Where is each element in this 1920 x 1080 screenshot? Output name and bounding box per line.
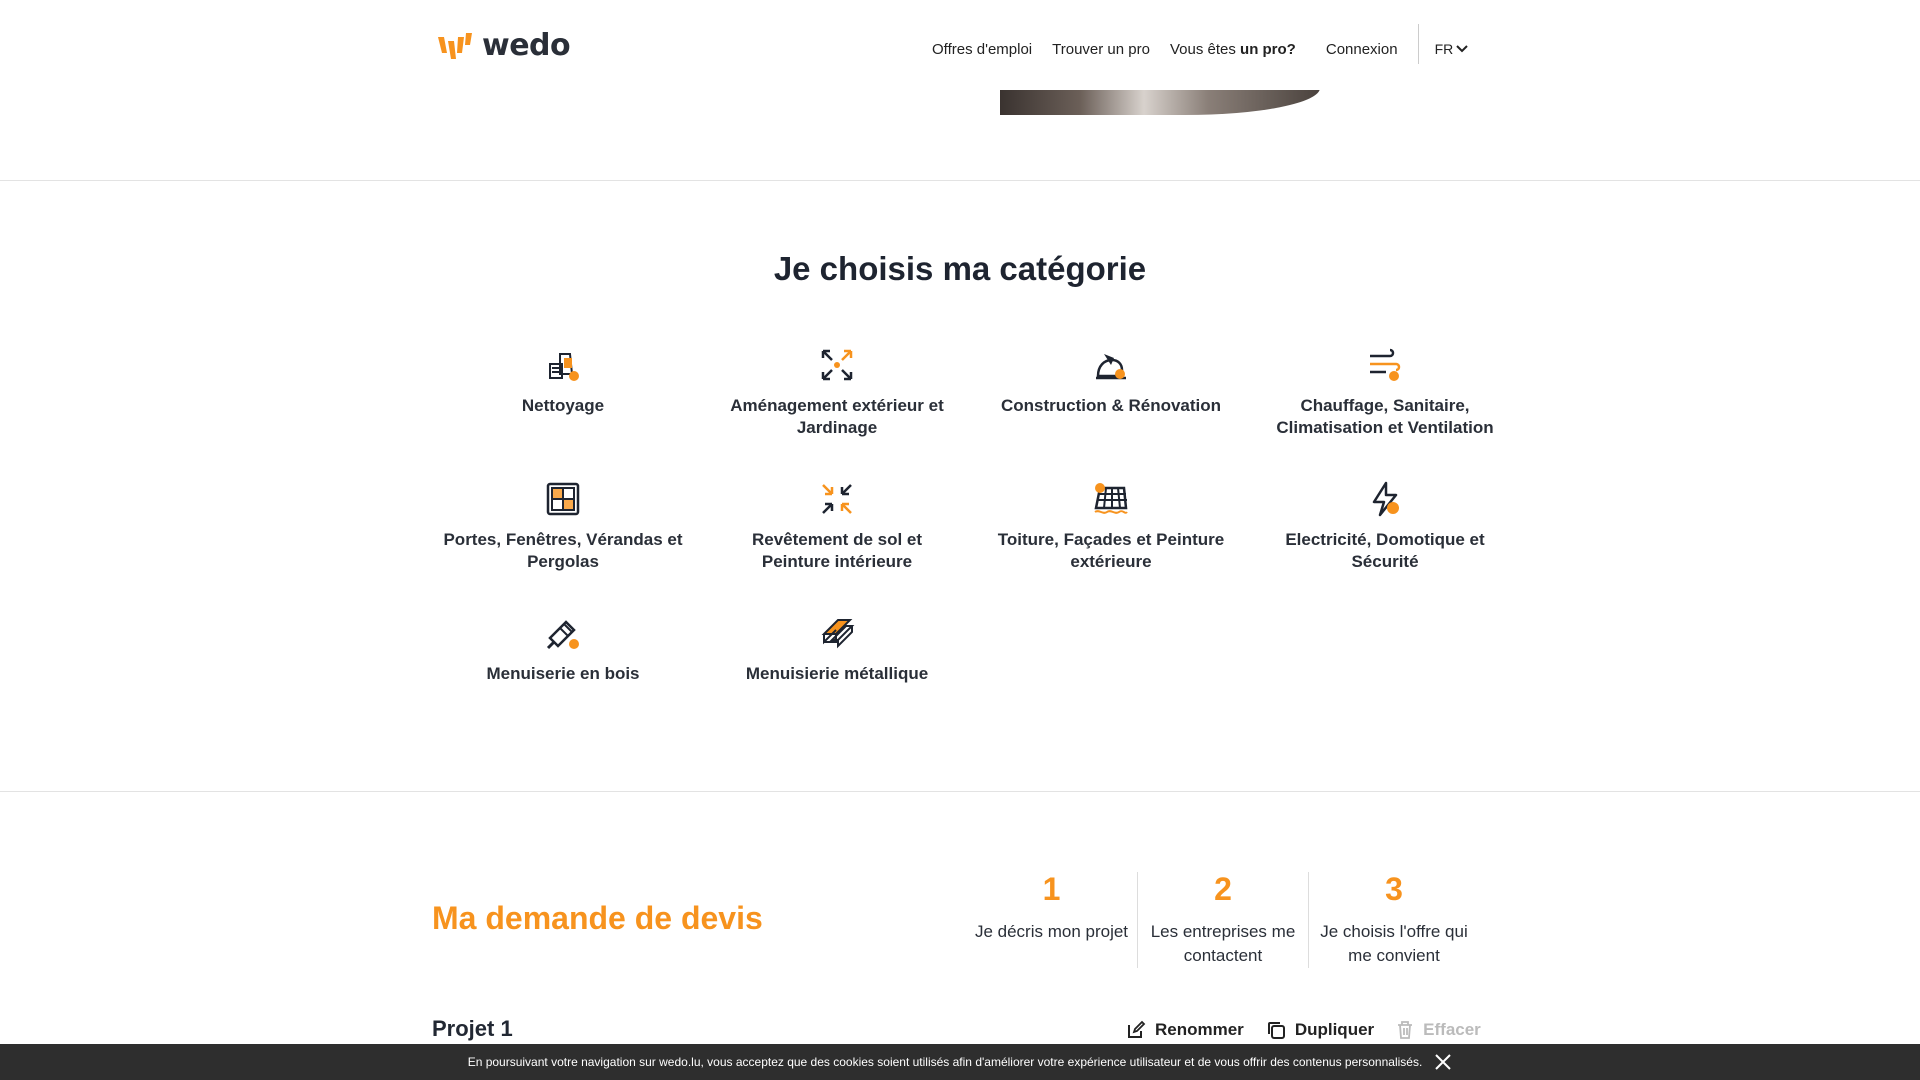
main-nav: Offres d'emploi Trouver un pro Vous êtes…: [932, 24, 1469, 64]
cookie-text: En poursuivant votre navigation sur wedo…: [467, 1055, 1423, 1069]
category-label: Menuisierie métallique: [745, 664, 929, 683]
category-wood-carpentry[interactable]: Menuiserie en bois: [426, 614, 700, 720]
category-electricity[interactable]: Electricité, Domotique et Sécurité: [1248, 480, 1522, 586]
step-number: 1: [1042, 871, 1061, 907]
category-label: Menuiserie en bois: [486, 664, 640, 683]
logo-text: wedo: [482, 28, 571, 63]
nav-jobs-link[interactable]: Offres d'emploi: [932, 41, 1032, 58]
quote-request-title: Ma demande de devis: [432, 900, 763, 936]
copy-icon: [1267, 1022, 1285, 1039]
duplicate-button[interactable]: Dupliquer: [1266, 1020, 1374, 1040]
category-grid: Nettoyage Aménagement extérieur et Jardi…: [426, 346, 1522, 720]
project-name: Projet 1: [432, 1016, 513, 1041]
logo[interactable]: wedo: [436, 28, 571, 63]
edit-icon: [1128, 1020, 1146, 1038]
category-label: Revêtement de sol et Peinture intérieure: [751, 530, 923, 571]
step-text: Les entreprises me contactent: [1150, 922, 1296, 965]
cleaning-icon: [549, 353, 579, 381]
category-label: Electricité, Domotique et Sécurité: [1285, 530, 1485, 571]
nav-find-pro-link[interactable]: Trouver un pro: [1052, 41, 1150, 58]
step-1: 1 Je décris mon projet: [966, 872, 1137, 968]
section-divider: [0, 791, 1920, 792]
metal-carpentry-icon: [821, 619, 855, 649]
step-text: Je décris mon projet: [974, 922, 1129, 941]
rename-button[interactable]: Renommer: [1126, 1020, 1244, 1040]
nav-login-link[interactable]: Connexion: [1326, 41, 1398, 58]
category-roofing[interactable]: Toiture, Façades et Peinture extérieure: [974, 480, 1248, 586]
chevron-down-icon: [1456, 45, 1468, 53]
hero-image: [1000, 88, 1320, 115]
category-cleaning[interactable]: Nettoyage: [426, 346, 700, 452]
roofing-icon: [1094, 483, 1128, 514]
window-icon: [546, 482, 580, 516]
logo-mark-icon: [438, 32, 472, 59]
category-metal-carpentry[interactable]: Menuisierie métallique: [700, 614, 974, 720]
language-label: FR: [1434, 41, 1454, 57]
rename-label: Renommer: [1155, 1020, 1244, 1039]
step-number: 3: [1385, 871, 1403, 907]
step-number: 2: [1214, 871, 1232, 907]
category-label: Aménagement extérieur et Jardinage: [730, 396, 944, 437]
electricity-icon: [1372, 481, 1399, 517]
step-text: Je choisis l'offre qui me convient: [1320, 922, 1468, 965]
nav-divider: [1417, 24, 1419, 64]
category-label: Construction & Rénovation: [1000, 396, 1222, 415]
category-label: Chauffage, Sanitaire, Climatisation et V…: [1276, 396, 1494, 437]
duplicate-label: Dupliquer: [1294, 1020, 1375, 1039]
hvac-icon: [1370, 348, 1401, 381]
category-label: Toiture, Façades et Peinture extérieure: [997, 530, 1225, 571]
close-icon[interactable]: [1434, 1053, 1452, 1071]
cookie-banner: En poursuivant votre navigation sur wedo…: [0, 1044, 1920, 1080]
site-header: wedo Offres d'emploi Trouver un pro Vous…: [0, 0, 1920, 90]
quote-steps: 1 Je décris mon projet 2 Les entreprises…: [966, 872, 1479, 968]
step-3: 3 Je choisis l'offre qui me convient: [1308, 872, 1479, 968]
landscaping-icon: [821, 349, 853, 381]
category-label: Portes, Fenêtres, Vérandas et Pergolas: [443, 530, 683, 571]
are-you-prefix: Vous êtes: [1169, 40, 1241, 58]
are-you-bold: un pro?: [1240, 40, 1296, 58]
language-selector[interactable]: FR: [1435, 41, 1469, 57]
delete-button[interactable]: Effacer: [1396, 1020, 1481, 1040]
step-2: 2 Les entreprises me contactent: [1137, 872, 1308, 968]
wood-carpentry-icon: [546, 620, 579, 650]
project-actions: Renommer Dupliquer Effacer: [1126, 1020, 1481, 1040]
category-construction[interactable]: Construction & Rénovation: [974, 346, 1248, 452]
nav-are-you-pro-link[interactable]: Vous êtes un pro?: [1170, 41, 1296, 58]
category-landscaping[interactable]: Aménagement extérieur et Jardinage: [700, 346, 974, 452]
trash-icon: [1398, 1021, 1413, 1039]
section-divider: [0, 180, 1920, 181]
category-windows[interactable]: Portes, Fenêtres, Vérandas et Pergolas: [426, 480, 700, 586]
category-label: Nettoyage: [521, 396, 605, 415]
categories-title: Je choisis ma catégorie: [773, 250, 1147, 287]
delete-label: Effacer: [1423, 1020, 1481, 1039]
construction-icon: [1096, 354, 1126, 380]
category-hvac[interactable]: Chauffage, Sanitaire, Climatisation et V…: [1248, 346, 1522, 452]
category-flooring[interactable]: Revêtement de sol et Peinture intérieure: [700, 480, 974, 586]
flooring-icon: [822, 484, 852, 514]
